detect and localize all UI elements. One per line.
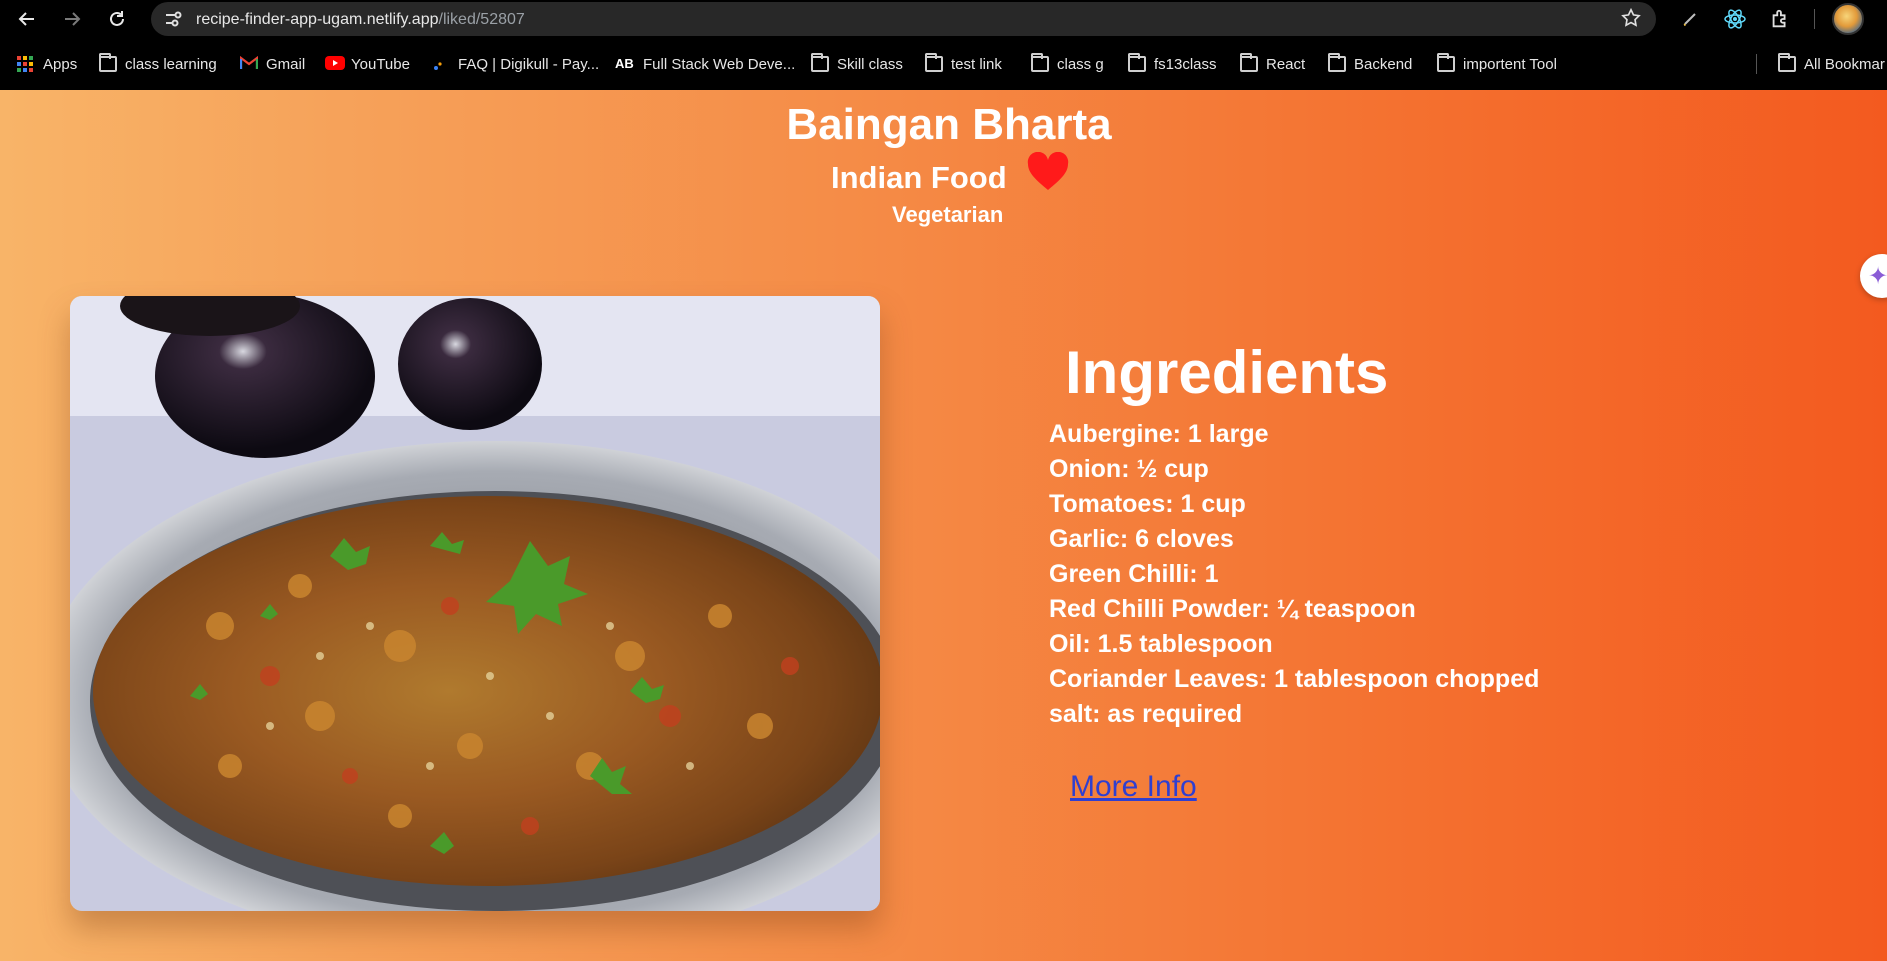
pen-icon[interactable]: [1677, 6, 1703, 32]
bookmark-skill-class[interactable]: Skill class: [811, 53, 903, 74]
more-info-link[interactable]: More Info: [1070, 770, 1197, 804]
bookmark-label: FAQ | Digikull - Pay...: [458, 55, 600, 73]
ingredient-item: Tomatoes: 1 cup: [1049, 490, 1246, 518]
ingredient-item: Oil: 1.5 tablespoon: [1049, 630, 1273, 658]
reload-icon[interactable]: [102, 4, 132, 34]
recipe-cuisine: Indian Food: [831, 160, 1007, 195]
folder-icon: [99, 53, 117, 72]
bookmark-all-bookmarks[interactable]: All Bookmar: [1778, 53, 1885, 74]
bookmark-youtube[interactable]: YouTube: [325, 54, 410, 74]
bookmark-fs13class[interactable]: fs13class: [1128, 53, 1217, 74]
bookmark-class-g[interactable]: class g: [1031, 53, 1104, 74]
bookmark-gmail[interactable]: Gmail: [239, 54, 306, 74]
folder-icon: [1240, 53, 1258, 72]
back-icon[interactable]: [12, 4, 42, 34]
sparkle-icon[interactable]: ✦: [1860, 254, 1887, 298]
bookmark-label: Skill class: [837, 55, 903, 73]
bookmarks-divider: [1756, 54, 1757, 74]
bookmark-label: Apps: [43, 55, 78, 73]
bookmark-label: class learning: [125, 55, 217, 73]
bookmark-importent-tool[interactable]: importent Tool: [1437, 53, 1557, 74]
site-info-icon[interactable]: [163, 9, 183, 29]
bookmark-label: React: [1266, 55, 1306, 73]
youtube-icon: [325, 56, 345, 72]
ingredient-item: Coriander Leaves: 1 tablespoon chopped: [1049, 665, 1540, 693]
bookmark-backend[interactable]: Backend: [1328, 53, 1413, 74]
bookmark-star-icon[interactable]: [1620, 7, 1642, 35]
browser-toolbar: recipe-finder-app-ugam.netlify.app/liked…: [0, 0, 1887, 38]
address-bar[interactable]: recipe-finder-app-ugam.netlify.app/liked…: [151, 2, 1656, 36]
bookmark-label: test link: [951, 55, 1002, 73]
ingredient-item: Green Chilli: 1: [1049, 560, 1219, 588]
bookmark-digikull[interactable]: FAQ | Digikull - Pay...: [432, 54, 599, 74]
ingredients-heading: Ingredients: [1065, 339, 1389, 406]
ab-icon: AB: [615, 56, 634, 71]
bookmark-class-learning[interactable]: class learning: [99, 53, 217, 74]
apps-grid-icon: [17, 56, 35, 72]
ingredient-item: Aubergine: 1 large: [1049, 420, 1269, 448]
recipe-diet: Vegetarian: [892, 202, 1004, 227]
bookmark-label: Full Stack Web Deve...: [643, 55, 796, 73]
recipe-photo: [70, 296, 880, 911]
bookmark-full-stack[interactable]: AB Full Stack Web Deve...: [615, 54, 795, 74]
react-devtools-icon[interactable]: [1722, 6, 1748, 32]
toolbar-divider: [1814, 9, 1815, 29]
forward-icon[interactable]: [57, 4, 87, 34]
bookmark-label: All Bookmar: [1804, 55, 1885, 73]
folder-icon: [811, 53, 829, 72]
bookmark-test-link[interactable]: test link: [925, 53, 1002, 74]
bookmark-label: Gmail: [266, 55, 306, 73]
heart-icon[interactable]: [1026, 151, 1070, 192]
bookmark-label: class g: [1057, 55, 1104, 73]
ingredient-item: Red Chilli Powder: ¼ teaspoon: [1049, 595, 1416, 623]
bookmark-label: importent Tool: [1463, 55, 1557, 73]
bookmark-label: YouTube: [351, 55, 410, 73]
bookmark-label: fs13class: [1154, 55, 1217, 73]
folder-icon: [1031, 53, 1049, 72]
folder-icon: [1778, 53, 1796, 72]
folder-icon: [1437, 53, 1455, 72]
url-text: recipe-finder-app-ugam.netlify.app/liked…: [196, 11, 525, 29]
bookmarks-bar: Apps class learning Gmail YouTube FAQ | …: [0, 38, 1887, 90]
digikull-icon: [432, 56, 450, 72]
folder-icon: [925, 53, 943, 72]
bookmark-apps[interactable]: Apps: [17, 54, 77, 74]
profile-avatar[interactable]: [1832, 3, 1864, 35]
bookmark-react[interactable]: React: [1240, 53, 1306, 74]
extensions-icon[interactable]: [1767, 6, 1793, 32]
gmail-icon: [239, 55, 259, 72]
url-host: recipe-finder-app-ugam.netlify.app: [196, 11, 439, 28]
ingredients-list: Aubergine: 1 large Onion: ½ cup Tomatoes…: [1049, 417, 1539, 732]
bookmark-label: Backend: [1354, 55, 1413, 73]
folder-icon: [1128, 53, 1146, 72]
folder-icon: [1328, 53, 1346, 72]
ingredient-item: salt: as required: [1049, 700, 1243, 728]
url-path: /liked/52807: [438, 11, 525, 28]
recipe-title: Baingan Bharta: [786, 100, 1112, 149]
ingredient-item: Onion: ½ cup: [1049, 455, 1209, 483]
recipe-page: Baingan Bharta Indian Food Vegetarian In…: [0, 90, 1887, 961]
ingredient-item: Garlic: 6 cloves: [1049, 525, 1234, 553]
